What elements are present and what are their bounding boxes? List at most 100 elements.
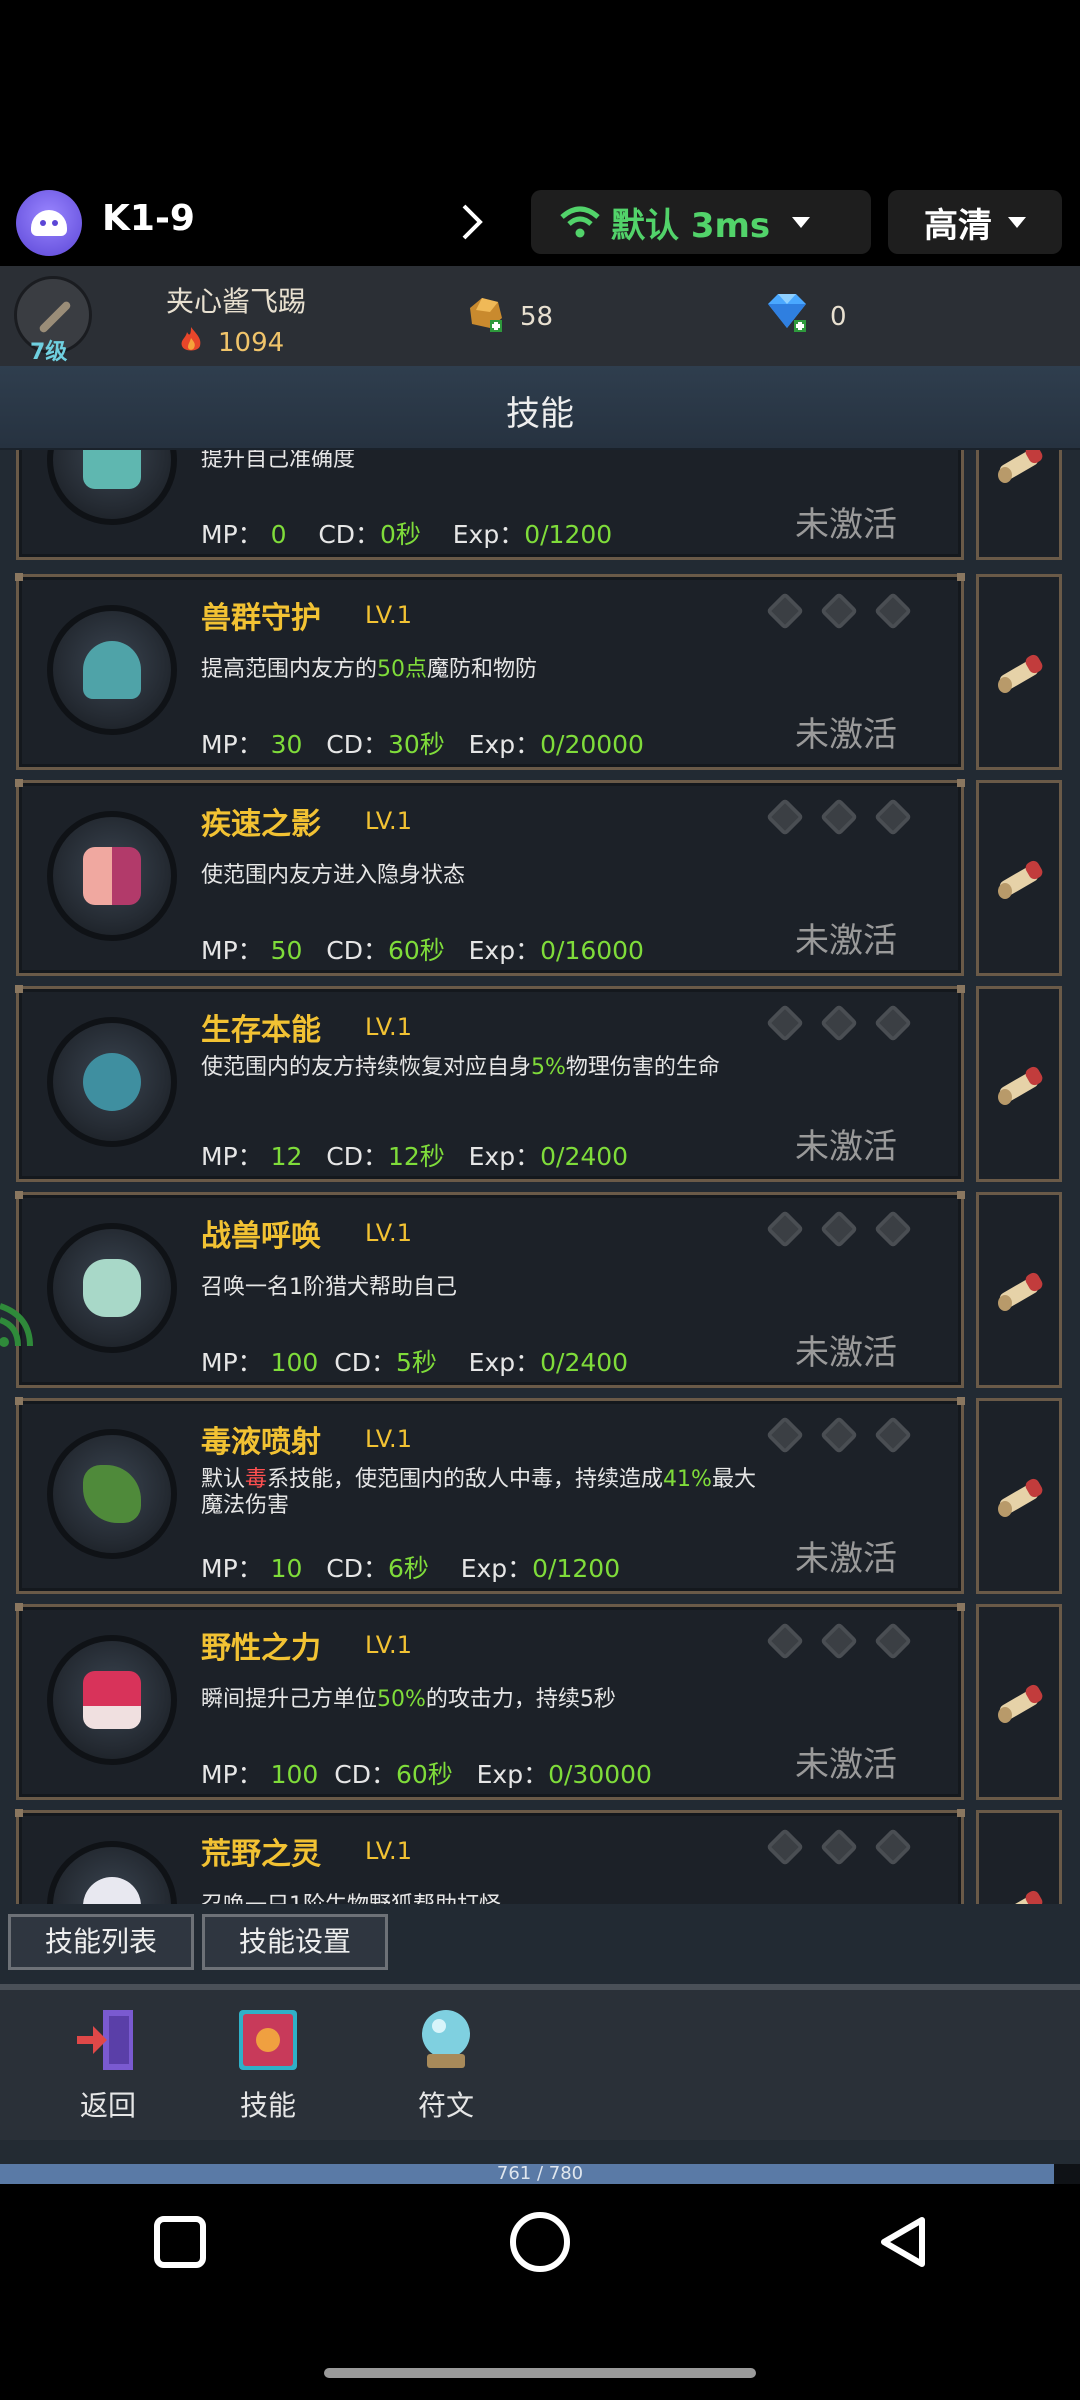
game-screen: 7级 夹心酱飞踢 1094 58 0 技能 提升自己准确度 MP： 0 CD：0… bbox=[0, 266, 1080, 2184]
skill-name: 兽群守护 bbox=[201, 601, 321, 636]
scroll-icon bbox=[998, 450, 1043, 483]
skill-icon-wild-spirit bbox=[47, 1841, 177, 1904]
activation-status: 未激活 bbox=[795, 1333, 897, 1373]
skill-stats: MP： 50 CD：60秒 Exp：0/16000 bbox=[201, 936, 644, 965]
skill-icon-survival-instinct bbox=[47, 1017, 177, 1147]
upgrade-scroll-button[interactable] bbox=[976, 780, 1062, 976]
nav-skills[interactable]: 技能 bbox=[208, 2006, 328, 2126]
crystal-ball-icon bbox=[422, 2010, 470, 2068]
skill-name: 疾速之影 bbox=[201, 807, 321, 842]
rune-slots[interactable] bbox=[765, 1621, 913, 1661]
activation-status: 未激活 bbox=[795, 1127, 897, 1167]
caret-down-icon bbox=[1008, 216, 1026, 228]
skill-stats: MP： 100 CD：5秒 Exp：0/2400 bbox=[201, 1348, 629, 1377]
skill-description: 召唤一只1阶生物野狐帮助打怪 bbox=[201, 1893, 761, 1904]
skill-name: 生存本能 bbox=[201, 1013, 321, 1048]
skill-level: LV.1 bbox=[365, 1631, 412, 1659]
skill-book-icon bbox=[239, 2010, 297, 2070]
wifi-icon bbox=[560, 206, 600, 238]
nav-skills-label: 技能 bbox=[239, 2089, 296, 2122]
skill-name: 战兽呼唤 bbox=[201, 1219, 321, 1254]
diamond-icon[interactable] bbox=[764, 292, 810, 334]
skill-level: LV.1 bbox=[365, 601, 412, 629]
gold-ore-icon[interactable] bbox=[464, 294, 506, 334]
skill-icon-beast-call bbox=[47, 1223, 177, 1353]
exit-door-icon bbox=[77, 2010, 133, 2070]
skill-icon-armor bbox=[47, 450, 177, 525]
gesture-handle[interactable] bbox=[324, 2368, 756, 2378]
network-label: 默认 3ms bbox=[611, 205, 771, 246]
upgrade-scroll-button[interactable] bbox=[976, 1604, 1062, 1800]
skill-stats: MP： 10 CD：6秒 Exp：0/1200 bbox=[201, 1554, 621, 1583]
upgrade-scroll-button[interactable] bbox=[976, 1192, 1062, 1388]
activation-status: 未激活 bbox=[795, 1745, 897, 1785]
skill-description: 提升自己准确度 bbox=[201, 450, 356, 472]
scroll-icon bbox=[998, 1272, 1043, 1311]
skill-icon-swift-shadow bbox=[47, 811, 177, 941]
skill-name: 荒野之灵 bbox=[201, 1837, 321, 1872]
skill-card[interactable]: 提升自己准确度 MP： 0 CD：0秒 Exp：0/1200 未激活 bbox=[16, 450, 964, 560]
nav-runes-label: 符文 bbox=[417, 2089, 474, 2122]
quality-label: 高清 bbox=[924, 205, 992, 246]
skill-name: 野性之力 bbox=[201, 1631, 321, 1666]
skill-card[interactable]: 疾速之影 LV.1 使范围内友方进入隐身状态 MP： 50 CD：60秒 Exp… bbox=[15, 779, 965, 976]
recent-apps-icon[interactable] bbox=[154, 2216, 206, 2268]
gem-value: 0 bbox=[830, 302, 847, 332]
skill-card[interactable]: 生存本能 LV.1 使范围内的友方持续恢复对应自身5%物理伤害的生命 MP： 1… bbox=[15, 985, 965, 1182]
skill-level: LV.1 bbox=[365, 1837, 412, 1865]
player-header: 7级 夹心酱飞踢 1094 58 0 bbox=[0, 266, 1080, 366]
skill-list[interactable]: 提升自己准确度 MP： 0 CD：0秒 Exp：0/1200 未激活 兽群守护 … bbox=[0, 450, 1080, 1904]
skill-card[interactable]: 荒野之灵 LV.1 召唤一只1阶生物野狐帮助打怪 bbox=[15, 1809, 965, 1904]
rune-slots[interactable] bbox=[765, 591, 913, 631]
caret-down-icon bbox=[792, 216, 811, 228]
skill-description: 提高范围内友方的50点魔防和物防 bbox=[201, 657, 538, 682]
rune-slots[interactable] bbox=[765, 1003, 913, 1043]
skill-card[interactable]: 战兽呼唤 LV.1 召唤一名1阶猎犬帮助自己 MP： 100 CD：5秒 Exp… bbox=[15, 1191, 965, 1388]
chevron-right-icon[interactable] bbox=[458, 200, 486, 244]
floating-wifi-icon[interactable] bbox=[0, 1276, 40, 1376]
quill-icon bbox=[38, 300, 72, 334]
status-bar-area bbox=[0, 0, 1080, 180]
rune-slots[interactable] bbox=[765, 1827, 913, 1867]
player-name: 夹心酱飞踢 bbox=[166, 285, 307, 318]
game-title[interactable]: K1-9 bbox=[102, 198, 195, 239]
home-icon[interactable] bbox=[510, 2212, 570, 2272]
skill-level: LV.1 bbox=[365, 807, 412, 835]
network-button[interactable]: 默认 3ms bbox=[531, 190, 871, 254]
bottom-nav: 返回 技能 符文 bbox=[0, 1990, 1080, 2140]
upgrade-scroll-button[interactable] bbox=[976, 986, 1062, 1182]
tab-skill-settings[interactable]: 技能设置 bbox=[202, 1914, 388, 1970]
fire-icon bbox=[181, 327, 201, 351]
skill-tabs: 技能列表 技能设置 bbox=[0, 1904, 1080, 1984]
upgrade-scroll-button[interactable] bbox=[976, 1810, 1062, 1904]
skill-level: LV.1 bbox=[365, 1013, 412, 1041]
app-avatar-icon[interactable] bbox=[16, 190, 82, 256]
skill-stats: MP： 0 CD：0秒 Exp：0/1200 bbox=[201, 520, 613, 549]
skill-card[interactable]: 野性之力 LV.1 瞬间提升己方单位50%的攻击力，持续5秒 MP： 100 C… bbox=[15, 1603, 965, 1800]
skill-icon-venom-spray bbox=[47, 1429, 177, 1559]
scroll-icon bbox=[999, 1890, 1043, 1904]
skill-description: 默认毒系技能，使范围内的敌人中毒，持续造成41%最大魔法伤害 bbox=[201, 1467, 756, 1518]
skill-stats: MP： 30 CD：30秒 Exp：0/20000 bbox=[201, 730, 644, 759]
upgrade-scroll-button[interactable] bbox=[976, 450, 1062, 560]
scroll-icon bbox=[998, 1066, 1043, 1105]
rune-slots[interactable] bbox=[765, 1415, 913, 1455]
skill-icon-pack-guard bbox=[47, 605, 177, 735]
skill-icon-wild-power bbox=[47, 1635, 177, 1765]
rune-slots[interactable] bbox=[765, 797, 913, 837]
nav-back[interactable]: 返回 bbox=[48, 2006, 168, 2126]
skill-card[interactable]: 毒液喷射 LV.1 默认毒系技能，使范围内的敌人中毒，持续造成41%最大魔法伤害… bbox=[15, 1397, 965, 1594]
scroll-icon bbox=[998, 1478, 1043, 1517]
skill-card[interactable]: 兽群守护 LV.1 提高范围内友方的50点魔防和物防 MP： 30 CD：30秒… bbox=[15, 573, 965, 770]
rune-slots[interactable] bbox=[765, 1209, 913, 1249]
quality-button[interactable]: 高清 bbox=[888, 190, 1062, 254]
back-triangle-icon[interactable] bbox=[876, 2214, 932, 2270]
gold-value: 58 bbox=[520, 302, 554, 332]
tab-skill-list[interactable]: 技能列表 bbox=[8, 1914, 194, 1970]
upgrade-scroll-button[interactable] bbox=[976, 1398, 1062, 1594]
page-title: 技能 bbox=[506, 394, 574, 434]
page-title-bar: 技能 bbox=[0, 366, 1080, 450]
upgrade-scroll-button[interactable] bbox=[976, 574, 1062, 770]
nav-runes[interactable]: 符文 bbox=[386, 2006, 506, 2126]
activation-status: 未激活 bbox=[795, 715, 897, 755]
